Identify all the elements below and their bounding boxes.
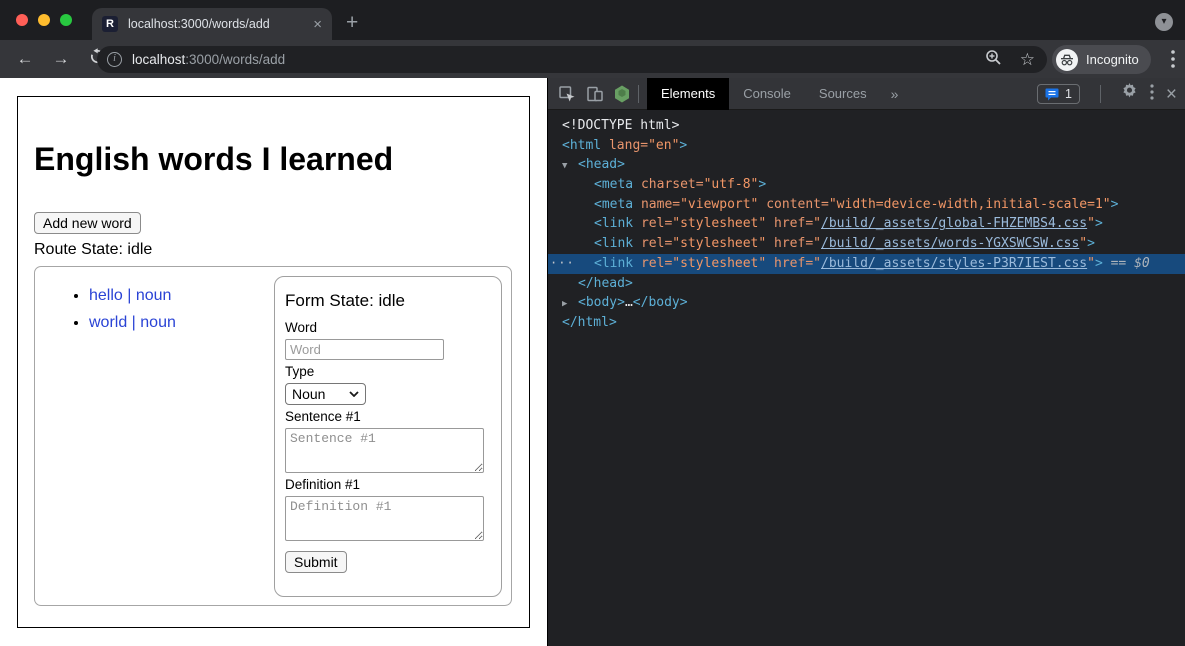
line-gutter-dots: ··· <box>550 254 575 274</box>
node-devtools-icon[interactable] <box>614 85 630 103</box>
tab-strip: R localhost:3000/words/add × + ▾ <box>0 0 1185 40</box>
new-tab-button[interactable]: + <box>346 8 358 38</box>
devtools-panel: Elements Console Sources » 1 × <!DOCTYPE… <box>547 78 1185 646</box>
sentence-textarea[interactable] <box>285 428 484 473</box>
code-line[interactable]: </head> <box>548 274 1185 294</box>
forward-icon[interactable]: → <box>50 49 72 69</box>
tab-elements[interactable]: Elements <box>647 78 729 110</box>
code-line[interactable]: <html lang="en"> <box>548 136 1185 156</box>
word-link-hello[interactable]: hello | noun <box>89 287 171 304</box>
web-page: English words I learned Add new word Rou… <box>0 78 547 646</box>
toolbar-divider <box>638 85 639 103</box>
tab-console[interactable]: Console <box>729 78 805 110</box>
code-line[interactable]: ···<link rel="stylesheet" href="/build/_… <box>548 254 1185 274</box>
window-fullscreen-button[interactable] <box>60 14 72 26</box>
code-line[interactable]: <meta name="viewport" content="width=dev… <box>548 195 1185 215</box>
incognito-label: Incognito <box>1086 52 1139 67</box>
more-tabs-icon[interactable]: » <box>881 86 909 102</box>
code-line[interactable]: </html> <box>548 313 1185 333</box>
code-line[interactable]: <link rel="stylesheet" href="/build/_ass… <box>548 214 1185 234</box>
devtools-close-icon[interactable]: × <box>1166 85 1177 104</box>
chevron-down-icon <box>349 391 359 397</box>
page-container: English words I learned Add new word Rou… <box>17 96 530 628</box>
words-card: hello | noun world | noun Form State: id… <box>34 266 512 606</box>
zoom-icon[interactable] <box>985 49 1002 71</box>
url-text: localhost:3000/words/add <box>132 52 285 67</box>
add-new-word-button[interactable]: Add new word <box>34 212 141 234</box>
window-minimize-button[interactable] <box>38 14 50 26</box>
remix-favicon-icon: R <box>102 16 118 32</box>
word-label: Word <box>285 320 491 335</box>
definition-textarea[interactable] <box>285 496 484 541</box>
address-bar[interactable]: i localhost:3000/words/add ☆ <box>97 46 1047 73</box>
inspect-element-icon[interactable] <box>558 85 576 103</box>
type-select-value: Noun <box>292 386 349 402</box>
dom-tree: <!DOCTYPE html><html lang="en">▼<head><m… <box>548 110 1185 646</box>
word-list: hello | noun world | noun <box>59 287 176 341</box>
tab-search-chevron-icon[interactable]: ▾ <box>1155 13 1173 31</box>
type-select[interactable]: Noun <box>285 383 366 405</box>
code-line[interactable]: <!DOCTYPE html> <box>548 116 1185 136</box>
site-info-icon[interactable]: i <box>107 52 122 67</box>
issues-badge[interactable]: 1 <box>1037 84 1080 104</box>
page-title: English words I learned <box>34 141 513 178</box>
list-item: world | noun <box>89 314 176 332</box>
device-toolbar-icon[interactable] <box>586 85 604 103</box>
definition-label: Definition #1 <box>285 477 491 492</box>
form-state-text: Form State: idle <box>285 291 491 311</box>
devtools-menu-icon[interactable] <box>1150 84 1154 105</box>
issues-count: 1 <box>1065 87 1072 101</box>
settings-gear-icon[interactable] <box>1121 83 1138 105</box>
tab-title: localhost:3000/words/add <box>128 17 307 31</box>
code-line[interactable]: ▼<head> <box>548 155 1185 175</box>
route-state-text: Route State: idle <box>34 241 513 259</box>
submit-button[interactable]: Submit <box>285 551 347 573</box>
tab-close-icon[interactable]: × <box>313 16 322 33</box>
bookmark-star-icon[interactable]: ☆ <box>1020 50 1035 70</box>
toolbar-divider <box>1100 85 1101 103</box>
incognito-icon <box>1056 49 1078 71</box>
code-line[interactable]: ▶<body>…</body> <box>548 293 1185 313</box>
issues-bubble-icon <box>1045 88 1059 101</box>
list-item: hello | noun <box>89 287 176 305</box>
tab-sources[interactable]: Sources <box>805 78 881 110</box>
sentence-label: Sentence #1 <box>285 409 491 424</box>
word-link-world[interactable]: world | noun <box>89 314 176 331</box>
incognito-badge: Incognito <box>1052 45 1151 74</box>
browser-toolbar: ← → i localhost:3000/words/add ☆ Incogni… <box>0 40 1185 78</box>
add-word-form: Form State: idle Word Type Noun Sentence… <box>274 276 502 597</box>
browser-menu-icon[interactable] <box>1171 50 1175 73</box>
code-line[interactable]: <link rel="stylesheet" href="/build/_ass… <box>548 234 1185 254</box>
word-input[interactable] <box>285 339 444 360</box>
back-icon[interactable]: ← <box>14 49 36 69</box>
devtools-toolbar: Elements Console Sources » 1 × <box>548 78 1185 110</box>
browser-tab[interactable]: R localhost:3000/words/add × <box>92 8 332 40</box>
code-line[interactable]: <meta charset="utf-8"> <box>548 175 1185 195</box>
type-label: Type <box>285 364 491 379</box>
window-close-button[interactable] <box>16 14 28 26</box>
